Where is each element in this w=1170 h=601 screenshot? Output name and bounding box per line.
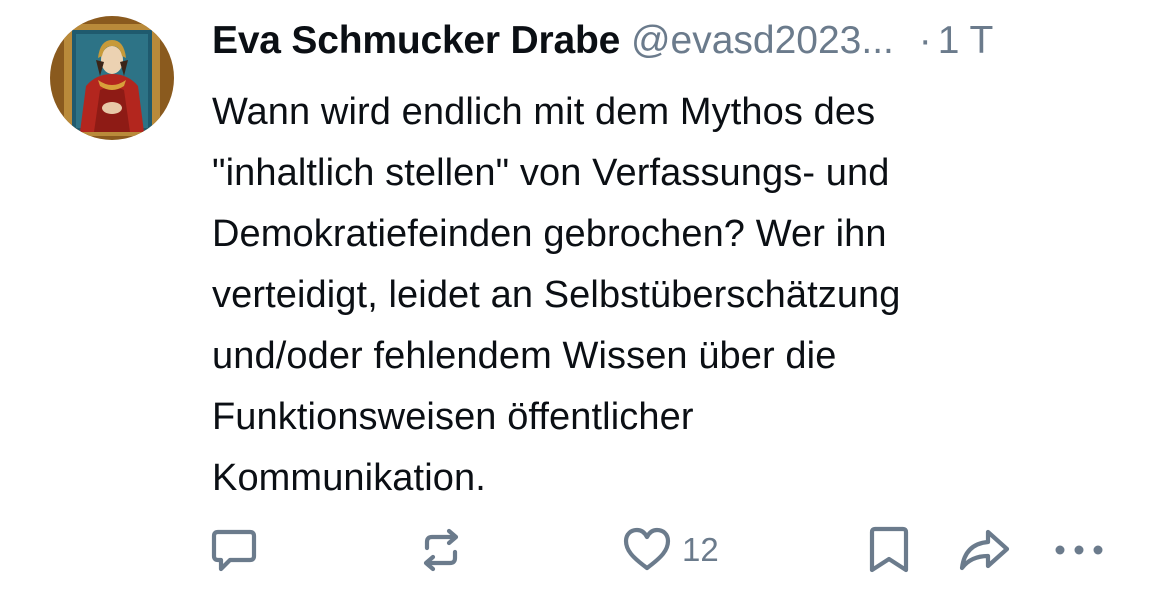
post-actions: 12	[0, 522, 1170, 582]
like-count: 12	[682, 531, 719, 568]
bookmark-button[interactable]	[866, 522, 912, 578]
reply-button[interactable]	[208, 522, 260, 578]
share-icon	[959, 529, 1010, 571]
reply-icon	[211, 529, 257, 572]
like-button[interactable]: 12	[622, 522, 719, 578]
more-button[interactable]	[1050, 522, 1108, 578]
more-icon	[1055, 545, 1103, 555]
author-avatar[interactable]	[50, 16, 174, 140]
header-separator: ·	[918, 19, 932, 62]
author-display-name[interactable]: Eva Schmucker Drabe	[212, 19, 620, 62]
post-text: Wann wird endlich mit dem Mythos des "in…	[212, 91, 901, 499]
repost-button[interactable]	[415, 522, 467, 578]
post-card[interactable]: Eva Schmucker Drabe @evasd2023... · 1 T W…	[0, 0, 1170, 601]
heart-icon	[623, 527, 671, 571]
post-timestamp[interactable]: 1 T	[938, 19, 994, 62]
bookmark-icon	[869, 526, 909, 573]
share-button[interactable]	[956, 522, 1012, 578]
author-handle[interactable]: @evasd2023...	[631, 19, 894, 62]
repost-icon	[423, 528, 459, 572]
portrait-painting-avatar-icon	[50, 16, 174, 140]
post-header: Eva Schmucker Drabe @evasd2023... · 1 T	[212, 18, 1132, 68]
